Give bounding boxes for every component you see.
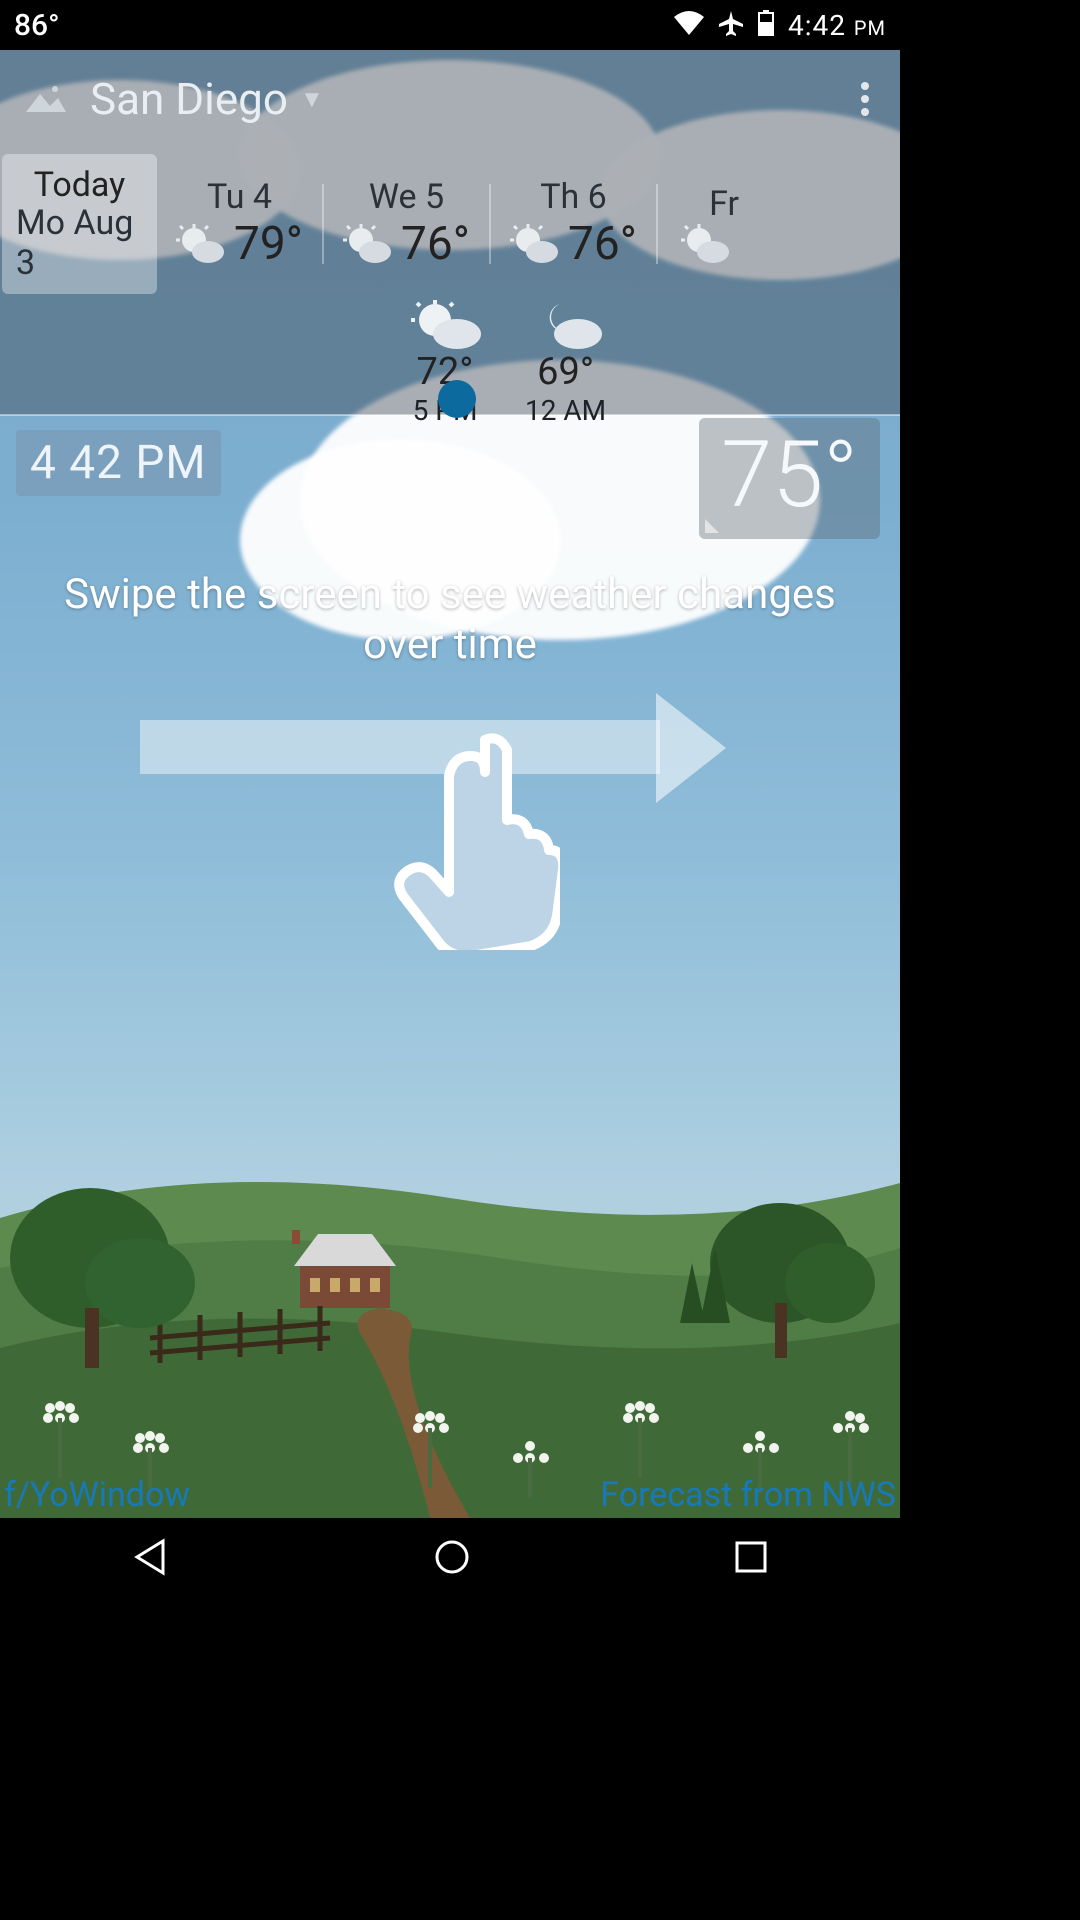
day-card[interactable]: Th 6 76° (491, 154, 656, 294)
day-label: Tu 4 (207, 177, 272, 217)
forecast-source-link[interactable]: Forecast from NWS (600, 1475, 896, 1515)
day-card-today[interactable]: Today Mo Aug 3 (2, 154, 157, 294)
day-temp: 76° (568, 217, 637, 271)
pointing-hand-icon (390, 730, 560, 954)
landscape-icon (22, 84, 68, 114)
wifi-icon (674, 11, 704, 39)
chevron-down-icon: ▼ (300, 85, 324, 114)
status-time: 4:42 PM (788, 9, 886, 42)
day-temp: 76° (401, 217, 470, 271)
current-temperature: 75° (721, 422, 858, 529)
tutorial-text: Swipe the screen to see weather changes … (0, 570, 900, 671)
partly-cloudy-icon (343, 224, 393, 264)
hour-label: 12 AM (525, 394, 606, 427)
day-forecast-strip[interactable]: Today Mo Aug 3 Tu 4 79° We 5 76° T (0, 154, 900, 294)
forecast-time-chip: 4 42 PM (16, 430, 221, 496)
day-card[interactable]: We 5 76° (324, 154, 489, 294)
day-label: We 5 (369, 177, 444, 217)
day-card[interactable]: Tu 4 79° (157, 154, 322, 294)
hourly-forecast[interactable]: 72° 5 PM 69° 12 AM (405, 300, 900, 415)
app-link[interactable]: f/YoWindow (4, 1475, 190, 1515)
day-label: Th 6 (540, 177, 607, 217)
hour-card[interactable]: 69° 12 AM (525, 300, 606, 415)
day-label: Today (34, 165, 126, 205)
landscape-illustration (0, 1098, 900, 1518)
landscape-button[interactable] (0, 84, 90, 114)
recents-button[interactable] (733, 1539, 769, 1579)
navigation-bar (0, 1518, 900, 1600)
day-label: Fr (709, 184, 739, 224)
time-slider-thumb[interactable] (438, 380, 476, 418)
arrow-right-icon (656, 693, 726, 803)
day-sub-label: Mo Aug 3 (16, 203, 143, 283)
battery-icon (758, 10, 774, 40)
more-vert-icon (861, 82, 869, 116)
day-card[interactable]: Fr (658, 154, 753, 294)
status-bar: 86° 4:42 PM (0, 0, 900, 50)
location-name: San Diego (90, 73, 288, 125)
overflow-menu-button[interactable] (830, 82, 900, 116)
hour-temp: 69° (537, 350, 594, 394)
current-temperature-chip[interactable]: 75° (699, 418, 880, 539)
partly-cloudy-icon (176, 224, 226, 264)
status-temperature: 86° (14, 8, 60, 43)
night-cloudy-icon (526, 300, 606, 350)
partly-cloudy-icon (510, 224, 560, 264)
partly-cloudy-icon (405, 300, 485, 350)
credit-bar: f/YoWindow Forecast from NWS (0, 1472, 900, 1518)
day-temp: 79° (234, 217, 303, 271)
back-button[interactable] (131, 1537, 171, 1581)
partly-cloudy-icon (681, 224, 731, 264)
weather-screen[interactable]: San Diego ▼ Today Mo Aug 3 Tu 4 79° We 5 (0, 50, 900, 1518)
airplane-mode-icon (718, 10, 744, 40)
resize-handle-icon (705, 519, 719, 533)
home-button[interactable] (432, 1537, 472, 1581)
location-dropdown[interactable]: San Diego ▼ (90, 73, 324, 125)
